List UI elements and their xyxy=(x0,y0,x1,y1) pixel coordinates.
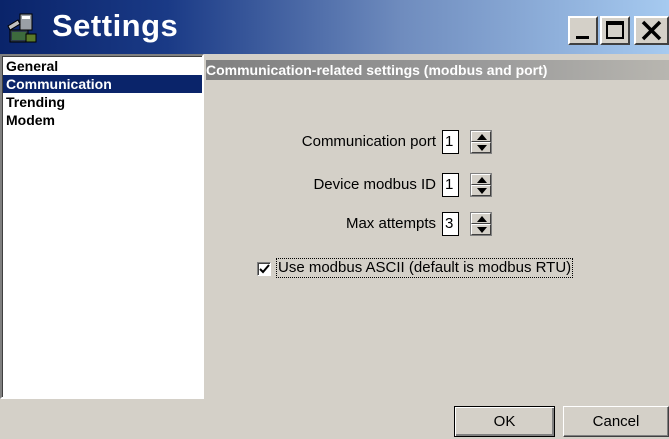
spin-down-button[interactable] xyxy=(471,224,491,235)
spin-down-button[interactable] xyxy=(471,142,491,153)
ok-button[interactable]: OK xyxy=(454,406,555,437)
communication-port-spinner[interactable] xyxy=(470,130,492,154)
minimize-icon xyxy=(576,36,589,39)
maximize-icon xyxy=(606,21,624,39)
sidebar-item-trending[interactable]: Trending xyxy=(3,93,202,111)
arrow-down-icon xyxy=(477,188,487,194)
spin-up-button[interactable] xyxy=(471,131,491,142)
settings-app-icon xyxy=(6,12,40,46)
arrow-up-icon xyxy=(477,216,487,222)
arrow-down-icon xyxy=(477,145,487,151)
sidebar-item-general[interactable]: General xyxy=(3,57,202,75)
communication-port-input[interactable]: 1 xyxy=(442,130,459,154)
arrow-up-icon xyxy=(477,134,487,140)
spin-up-button[interactable] xyxy=(471,213,491,224)
close-icon xyxy=(641,20,662,41)
spin-up-button[interactable] xyxy=(471,174,491,185)
device-modbus-id-input[interactable]: 1 xyxy=(442,173,459,197)
title-bar[interactable]: Settings xyxy=(0,0,669,54)
window-title: Settings xyxy=(52,8,179,43)
max-attempts-input[interactable]: 3 xyxy=(442,212,459,236)
max-attempts-label: Max attempts xyxy=(345,215,436,232)
settings-panel: Communication-related settings (modbus a… xyxy=(204,54,669,399)
sidebar-item-communication[interactable]: Communication xyxy=(3,75,202,93)
maximize-button[interactable] xyxy=(600,16,630,45)
device-modbus-id-spinner[interactable] xyxy=(470,173,492,197)
communication-port-label: Communication port xyxy=(301,133,436,150)
use-modbus-ascii-checkbox[interactable] xyxy=(257,262,271,276)
close-button[interactable] xyxy=(634,16,669,45)
arrow-down-icon xyxy=(477,227,487,233)
cancel-button[interactable]: Cancel xyxy=(563,406,669,437)
sidebar-item-modem[interactable]: Modem xyxy=(3,111,202,129)
checkmark-icon xyxy=(259,264,270,274)
max-attempts-spinner[interactable] xyxy=(470,212,492,236)
panel-header: Communication-related settings (modbus a… xyxy=(206,60,669,80)
use-modbus-ascii-label[interactable]: Use modbus ASCII (default is modbus RTU) xyxy=(275,258,574,278)
arrow-up-icon xyxy=(477,177,487,183)
device-modbus-id-label: Device modbus ID xyxy=(313,176,436,193)
minimize-button[interactable] xyxy=(568,16,598,45)
spin-down-button[interactable] xyxy=(471,185,491,196)
category-list[interactable]: General Communication Trending Modem xyxy=(0,54,204,399)
